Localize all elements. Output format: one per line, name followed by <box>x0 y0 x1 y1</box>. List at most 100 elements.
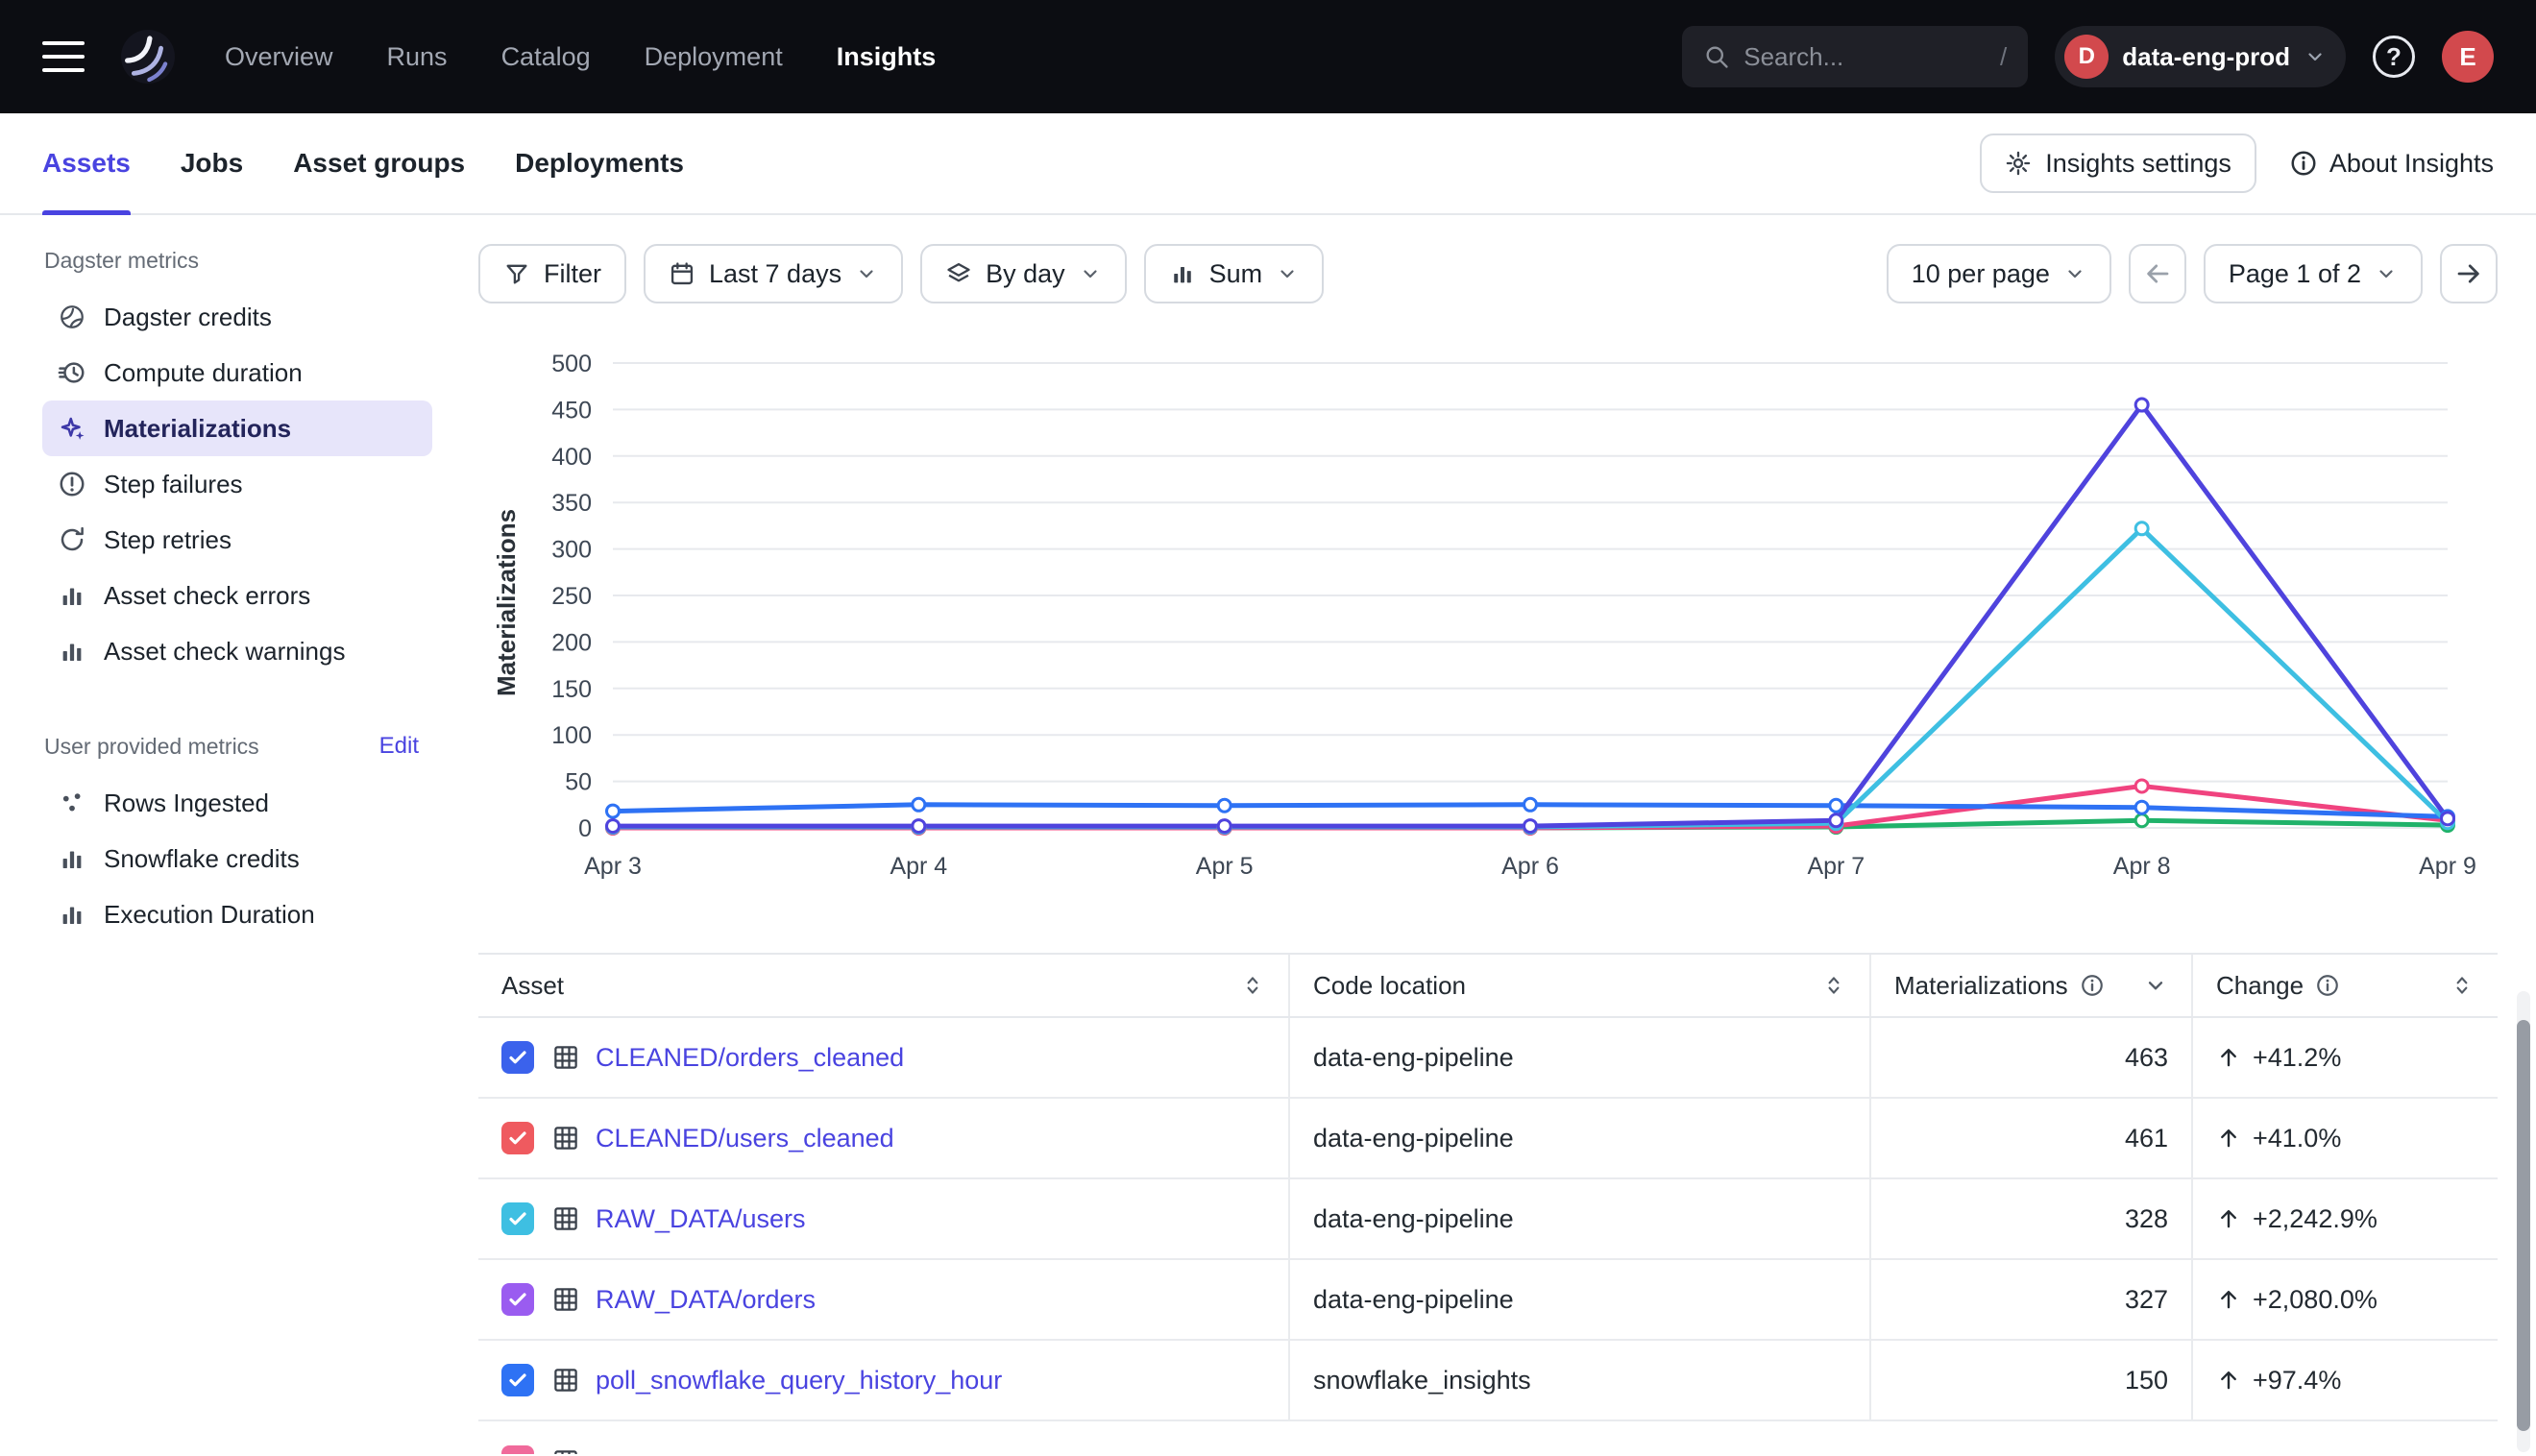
next-page-button[interactable] <box>2440 244 2498 303</box>
sidebar-item-snowflake-credits[interactable]: Snowflake credits <box>42 831 432 886</box>
prev-page-button[interactable] <box>2129 244 2186 303</box>
code-location-cell: data-eng-pipeline <box>1290 1099 1871 1177</box>
dagster-logo[interactable] <box>117 26 179 87</box>
nav-item-deployment[interactable]: Deployment <box>645 42 783 72</box>
info-icon <box>2289 149 2318 178</box>
svg-text:250: 250 <box>551 583 592 610</box>
sort-icon[interactable] <box>1821 973 1846 998</box>
search-field[interactable] <box>1744 42 1987 72</box>
page-indicator-button[interactable]: Page 1 of 2 <box>2204 244 2423 303</box>
nav-item-overview[interactable]: Overview <box>225 42 333 72</box>
svg-text:350: 350 <box>551 490 592 517</box>
sidebar-item-dagster-credits[interactable]: Dagster credits <box>42 289 432 345</box>
sidebar-item-label: Execution Duration <box>104 900 315 930</box>
chevron-down-icon[interactable] <box>2143 973 2168 998</box>
svg-text:200: 200 <box>551 629 592 656</box>
sidebar-item-execution-duration[interactable]: Execution Duration <box>42 886 432 942</box>
info-icon[interactable] <box>2315 973 2340 998</box>
asset-grid-icon <box>551 1366 580 1395</box>
asset-link[interactable]: poll_snowflake_query_history_hour <box>596 1366 1002 1395</box>
sidebar-item-label: Asset check warnings <box>104 637 345 667</box>
user-avatar[interactable]: E <box>2442 31 2494 83</box>
filter-button[interactable]: Filter <box>478 244 626 303</box>
change-cell: +2,242.9% <box>2193 1179 2498 1258</box>
assets-table: Asset Code location Materializations Cha… <box>478 953 2498 1454</box>
sidebar-item-step-retries[interactable]: Step retries <box>42 512 432 568</box>
row-checkbox[interactable] <box>501 1364 534 1396</box>
column-header-code-location[interactable]: Code location <box>1290 955 1871 1016</box>
group-by-button[interactable]: By day <box>920 244 1127 303</box>
search-icon <box>1703 43 1730 70</box>
chevron-down-icon <box>2375 262 2398 285</box>
edit-metrics-link[interactable]: Edit <box>379 733 419 760</box>
row-checkbox[interactable] <box>501 1202 534 1235</box>
column-header-change[interactable]: Change <box>2193 955 2498 1016</box>
arrow-up-icon <box>2216 1045 2241 1070</box>
asset-grid-icon <box>551 1124 580 1153</box>
sidebar-item-compute-duration[interactable]: Compute duration <box>42 345 432 400</box>
sparkle-icon <box>58 414 86 443</box>
sort-icon[interactable] <box>2450 973 2475 998</box>
tab-deployments[interactable]: Deployments <box>515 113 684 213</box>
search-shortcut-key: / <box>2000 42 2007 72</box>
help-icon[interactable]: ? <box>2373 36 2415 78</box>
arrow-up-icon <box>2216 1287 2241 1312</box>
row-checkbox[interactable] <box>501 1283 534 1316</box>
sort-icon[interactable] <box>1240 973 1265 998</box>
nav-item-insights[interactable]: Insights <box>837 42 937 72</box>
aggregation-button[interactable]: Sum <box>1144 244 1325 303</box>
insights-settings-label: Insights settings <box>2045 149 2231 179</box>
tab-label: Deployments <box>515 148 684 179</box>
table-row: RAW_DATA/users data-eng-pipeline 328 +2,… <box>478 1179 2498 1260</box>
nav-item-runs[interactable]: Runs <box>387 42 448 72</box>
column-label: Asset <box>501 971 564 1001</box>
tab-assets[interactable]: Assets <box>42 113 131 213</box>
about-insights-label: About Insights <box>2329 149 2494 179</box>
change-cell: +97.4% <box>2193 1341 2498 1420</box>
search-input[interactable]: / <box>1682 26 2028 87</box>
org-switcher[interactable]: D data-eng-prod <box>2055 26 2346 87</box>
date-range-button[interactable]: Last 7 days <box>644 244 903 303</box>
nav-item-catalog[interactable]: Catalog <box>501 42 591 72</box>
sidebar-item-asset-check-warnings[interactable]: Asset check warnings <box>42 623 432 679</box>
svg-text:Apr 9: Apr 9 <box>2419 853 2476 880</box>
materializations-cell: 327 <box>1871 1260 2193 1339</box>
svg-text:50: 50 <box>565 769 592 796</box>
bar-chart-icon <box>58 900 86 929</box>
insights-main: Filter Last 7 days By day Sum 10 per pag… <box>451 215 2536 1456</box>
sidebar-item-label: Rows Ingested <box>104 789 269 818</box>
sidebar-item-asset-check-errors[interactable]: Asset check errors <box>42 568 432 623</box>
asset-link[interactable]: RAW_DATA/orders <box>596 1285 816 1315</box>
column-header-materializations[interactable]: Materializations <box>1871 955 2193 1016</box>
info-icon[interactable] <box>2080 973 2105 998</box>
sidebar-item-step-failures[interactable]: Step failures <box>42 456 432 512</box>
change-value: +41.0% <box>2253 1124 2341 1153</box>
asset-link[interactable]: CLEANED/users_cleaned <box>596 1124 894 1153</box>
row-checkbox[interactable] <box>501 1445 534 1454</box>
asset-link[interactable]: CLEANED/orders_cleaned <box>596 1043 904 1073</box>
sidebar-item-materializations[interactable]: Materializations <box>42 400 432 456</box>
asset-link[interactable]: RAW_DATA/users <box>596 1204 806 1234</box>
top-nav: Overview Runs Catalog Deployment Insight… <box>0 0 2536 113</box>
row-checkbox[interactable] <box>501 1122 534 1154</box>
date-range-label: Last 7 days <box>709 259 841 289</box>
table-scrollbar-thumb[interactable] <box>2517 1020 2530 1431</box>
materializations-cell: 150 <box>1871 1341 2193 1420</box>
sidebar-item-rows-ingested[interactable]: Rows Ingested <box>42 775 432 831</box>
change-value: +97.4% <box>2253 1366 2341 1395</box>
menu-icon[interactable] <box>42 41 85 72</box>
bar-chart-icon <box>1169 260 1196 287</box>
asset-grid-icon <box>551 1447 580 1454</box>
row-checkbox[interactable] <box>501 1041 534 1074</box>
tab-asset-groups[interactable]: Asset groups <box>293 113 465 213</box>
materializations-chart: Materializations 05010015020025030035040… <box>478 338 2498 924</box>
tab-jobs[interactable]: Jobs <box>181 113 243 213</box>
change-cell: +41.2% <box>2193 1018 2498 1097</box>
per-page-button[interactable]: 10 per page <box>1887 244 2111 303</box>
about-insights-link[interactable]: About Insights <box>2289 149 2494 179</box>
table-row: CLEANED/users_cleaned data-eng-pipeline … <box>478 1099 2498 1179</box>
column-header-asset[interactable]: Asset <box>478 955 1290 1016</box>
insights-settings-button[interactable]: Insights settings <box>1980 133 2256 193</box>
asset-grid-icon <box>551 1043 580 1072</box>
insights-tabs: Assets Jobs Asset groups Deployments <box>42 113 684 213</box>
